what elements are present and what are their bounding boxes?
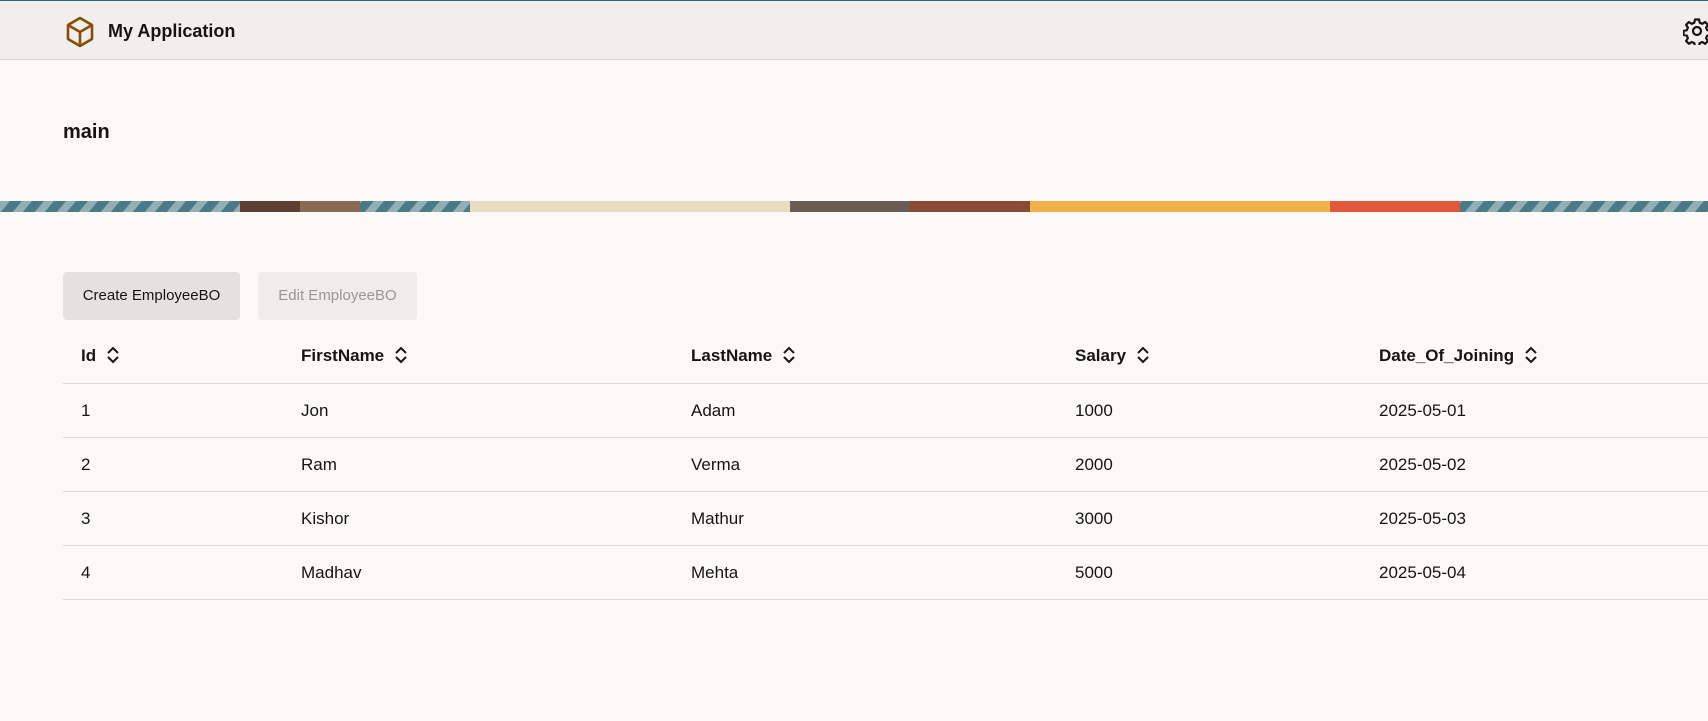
column-header-label: Id	[81, 346, 97, 365]
cell-lastname: Mathur	[691, 509, 744, 528]
cell-firstname: Ram	[301, 455, 337, 474]
sort-chevrons-icon	[783, 346, 795, 363]
column-header-date-of-joining[interactable]: Date_Of_Joining	[1379, 328, 1538, 384]
column-header-label: FirstName	[301, 346, 385, 365]
sort-chevrons-icon	[1137, 346, 1149, 363]
column-header-label: LastName	[691, 346, 773, 365]
column-header-label: Salary	[1075, 346, 1127, 365]
cell-salary: 1000	[1075, 401, 1113, 420]
cell-lastname: Adam	[691, 401, 736, 420]
cell-id: 4	[81, 563, 91, 582]
cell-id: 1	[81, 401, 91, 420]
column-header-salary[interactable]: Salary	[1075, 328, 1150, 384]
cell-lastname: Verma	[691, 455, 741, 474]
column-header-firstname[interactable]: FirstName	[301, 328, 408, 384]
cell-id: 2	[81, 455, 91, 474]
column-header-lastname[interactable]: LastName	[691, 328, 796, 384]
cell-lastname: Mehta	[691, 563, 739, 582]
column-header-id[interactable]: Id	[81, 328, 120, 384]
decorative-banner	[0, 201, 1708, 212]
table-row[interactable]: 3 Kishor Mathur 3000 2025-05-03	[63, 492, 1708, 546]
table-row[interactable]: 1 Jon Adam 1000 2025-05-01	[63, 384, 1708, 438]
cell-date-of-joining: 2025-05-03	[1379, 509, 1466, 528]
column-header-label: Date_Of_Joining	[1379, 346, 1515, 365]
cell-firstname: Kishor	[301, 509, 350, 528]
cell-date-of-joining: 2025-05-02	[1379, 455, 1466, 474]
cell-date-of-joining: 2025-05-04	[1379, 563, 1466, 582]
create-employeebo-button[interactable]: Create EmployeeBO	[63, 272, 240, 320]
cell-salary: 2000	[1075, 455, 1113, 474]
sort-chevrons-icon	[1525, 346, 1537, 363]
page-title: main	[63, 121, 110, 143]
sort-chevrons-icon	[395, 346, 407, 363]
cell-id: 3	[81, 509, 91, 528]
table-row[interactable]: 4 Madhav Mehta 5000 2025-05-04	[63, 546, 1708, 600]
gear-icon[interactable]	[1683, 17, 1708, 45]
cell-date-of-joining: 2025-05-01	[1379, 401, 1466, 420]
employee-table: Id FirstName LastName Salary Date_Of_Joi…	[63, 328, 1708, 600]
table-row[interactable]: 2 Ram Verma 2000 2025-05-02	[63, 438, 1708, 492]
sort-chevrons-icon	[107, 346, 119, 363]
table-header-row: Id FirstName LastName Salary Date_Of_Joi…	[63, 328, 1708, 384]
cell-firstname: Jon	[301, 401, 329, 420]
app-header: My Application	[0, 1, 1708, 60]
cell-salary: 3000	[1075, 509, 1113, 528]
app-title: My Application	[108, 21, 236, 41]
cell-salary: 5000	[1075, 563, 1113, 582]
cube-icon	[66, 16, 94, 48]
edit-employeebo-button: Edit EmployeeBO	[258, 272, 417, 320]
cell-firstname: Madhav	[301, 563, 362, 582]
